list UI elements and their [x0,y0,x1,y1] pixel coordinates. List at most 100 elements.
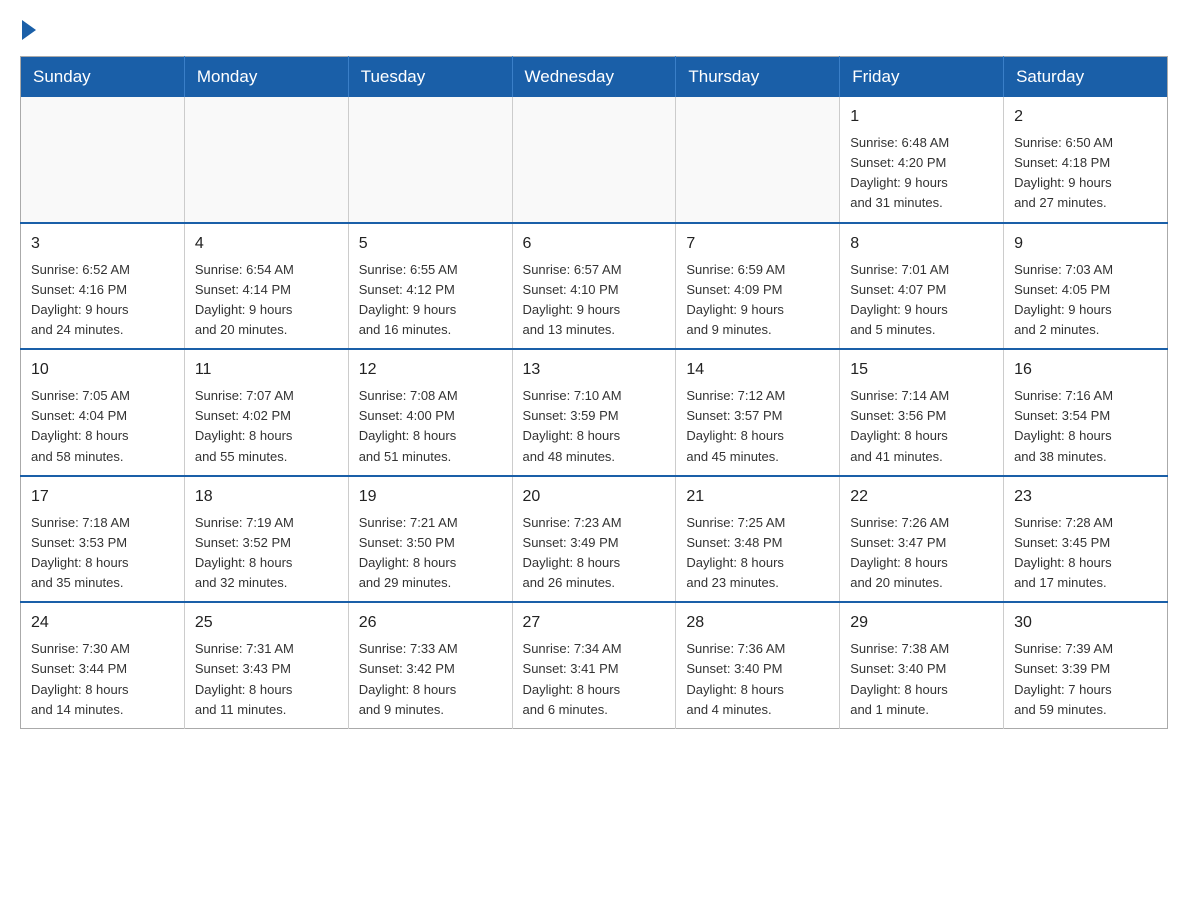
day-number: 16 [1014,358,1157,382]
day-number: 9 [1014,232,1157,256]
day-number: 30 [1014,611,1157,635]
calendar-cell: 15 Sunrise: 7:14 AM Sunset: 3:56 PM Dayli… [840,349,1004,476]
calendar-table: SundayMondayTuesdayWednesdayThursdayFrid… [20,56,1168,729]
calendar-cell: 1 Sunrise: 6:48 AM Sunset: 4:20 PM Daylig… [840,97,1004,223]
calendar-cell: 19 Sunrise: 7:21 AM Sunset: 3:50 PM Dayli… [348,476,512,603]
day-info: Sunrise: 7:14 AM Sunset: 3:56 PM Dayligh… [850,386,993,467]
calendar-cell: 24Sunrise: 7:30 AM Sunset: 3:44 PM Dayli… [21,602,185,728]
column-header-tuesday: Tuesday [348,57,512,98]
day-number: 25 [195,611,338,635]
day-number: 1 [850,105,993,129]
day-info: Sunrise: 6:48 AM Sunset: 4:20 PM Dayligh… [850,133,993,214]
day-number: 5 [359,232,502,256]
day-number: 23 [1014,485,1157,509]
calendar-cell: 7 Sunrise: 6:59 AM Sunset: 4:09 PM Daylig… [676,223,840,350]
calendar-cell: 27 Sunrise: 7:34 AM Sunset: 3:41 PM Dayli… [512,602,676,728]
calendar-week-row: 24Sunrise: 7:30 AM Sunset: 3:44 PM Dayli… [21,602,1168,728]
day-info: Sunrise: 7:38 AM Sunset: 3:40 PM Dayligh… [850,639,993,720]
day-number: 19 [359,485,502,509]
calendar-cell: 5 Sunrise: 6:55 AM Sunset: 4:12 PM Daylig… [348,223,512,350]
day-number: 4 [195,232,338,256]
calendar-cell [21,97,185,223]
calendar-cell [184,97,348,223]
day-info: Sunrise: 6:55 AM Sunset: 4:12 PM Dayligh… [359,260,502,341]
calendar-cell: 12 Sunrise: 7:08 AM Sunset: 4:00 PM Dayli… [348,349,512,476]
column-header-friday: Friday [840,57,1004,98]
calendar-cell: 2 Sunrise: 6:50 AM Sunset: 4:18 PM Daylig… [1004,97,1168,223]
logo-triangle-icon [22,20,36,40]
day-info: Sunrise: 7:16 AM Sunset: 3:54 PM Dayligh… [1014,386,1157,467]
column-header-saturday: Saturday [1004,57,1168,98]
calendar-cell: 13 Sunrise: 7:10 AM Sunset: 3:59 PM Dayli… [512,349,676,476]
calendar-cell: 25 Sunrise: 7:31 AM Sunset: 3:43 PM Dayli… [184,602,348,728]
day-number: 20 [523,485,666,509]
day-info: Sunrise: 6:54 AM Sunset: 4:14 PM Dayligh… [195,260,338,341]
calendar-cell: 20 Sunrise: 7:23 AM Sunset: 3:49 PM Dayli… [512,476,676,603]
calendar-week-row: 3Sunrise: 6:52 AM Sunset: 4:16 PM Daylig… [21,223,1168,350]
day-info: Sunrise: 7:34 AM Sunset: 3:41 PM Dayligh… [523,639,666,720]
column-header-monday: Monday [184,57,348,98]
day-info: Sunrise: 7:21 AM Sunset: 3:50 PM Dayligh… [359,513,502,594]
calendar-cell [676,97,840,223]
day-info: Sunrise: 7:30 AM Sunset: 3:44 PM Dayligh… [31,639,174,720]
calendar-cell: 14Sunrise: 7:12 AM Sunset: 3:57 PM Dayli… [676,349,840,476]
calendar-cell [348,97,512,223]
calendar-cell: 23Sunrise: 7:28 AM Sunset: 3:45 PM Dayli… [1004,476,1168,603]
day-number: 7 [686,232,829,256]
day-info: Sunrise: 7:26 AM Sunset: 3:47 PM Dayligh… [850,513,993,594]
day-info: Sunrise: 7:08 AM Sunset: 4:00 PM Dayligh… [359,386,502,467]
day-info: Sunrise: 7:31 AM Sunset: 3:43 PM Dayligh… [195,639,338,720]
day-number: 13 [523,358,666,382]
day-number: 17 [31,485,174,509]
calendar-cell: 26Sunrise: 7:33 AM Sunset: 3:42 PM Dayli… [348,602,512,728]
day-info: Sunrise: 6:57 AM Sunset: 4:10 PM Dayligh… [523,260,666,341]
column-header-wednesday: Wednesday [512,57,676,98]
calendar-cell: 22 Sunrise: 7:26 AM Sunset: 3:47 PM Dayli… [840,476,1004,603]
calendar-header-row: SundayMondayTuesdayWednesdayThursdayFrid… [21,57,1168,98]
day-number: 28 [686,611,829,635]
calendar-cell: 17 Sunrise: 7:18 AM Sunset: 3:53 PM Dayli… [21,476,185,603]
day-number: 14 [686,358,829,382]
day-info: Sunrise: 7:03 AM Sunset: 4:05 PM Dayligh… [1014,260,1157,341]
day-number: 6 [523,232,666,256]
day-number: 11 [195,358,338,382]
calendar-cell: 8Sunrise: 7:01 AM Sunset: 4:07 PM Daylig… [840,223,1004,350]
header [20,20,1168,40]
day-info: Sunrise: 6:50 AM Sunset: 4:18 PM Dayligh… [1014,133,1157,214]
day-info: Sunrise: 7:05 AM Sunset: 4:04 PM Dayligh… [31,386,174,467]
logo [20,20,38,40]
day-info: Sunrise: 7:39 AM Sunset: 3:39 PM Dayligh… [1014,639,1157,720]
day-info: Sunrise: 7:10 AM Sunset: 3:59 PM Dayligh… [523,386,666,467]
day-number: 22 [850,485,993,509]
calendar-cell: 10 Sunrise: 7:05 AM Sunset: 4:04 PM Dayli… [21,349,185,476]
day-number: 26 [359,611,502,635]
day-info: Sunrise: 6:59 AM Sunset: 4:09 PM Dayligh… [686,260,829,341]
day-info: Sunrise: 7:07 AM Sunset: 4:02 PM Dayligh… [195,386,338,467]
day-number: 12 [359,358,502,382]
calendar-cell: 28 Sunrise: 7:36 AM Sunset: 3:40 PM Dayli… [676,602,840,728]
day-number: 29 [850,611,993,635]
calendar-cell [512,97,676,223]
day-info: Sunrise: 7:36 AM Sunset: 3:40 PM Dayligh… [686,639,829,720]
day-number: 15 [850,358,993,382]
calendar-cell: 4 Sunrise: 6:54 AM Sunset: 4:14 PM Daylig… [184,223,348,350]
calendar-week-row: 1 Sunrise: 6:48 AM Sunset: 4:20 PM Daylig… [21,97,1168,223]
calendar-cell: 16 Sunrise: 7:16 AM Sunset: 3:54 PM Dayli… [1004,349,1168,476]
calendar-cell: 9 Sunrise: 7:03 AM Sunset: 4:05 PM Daylig… [1004,223,1168,350]
calendar-cell: 29 Sunrise: 7:38 AM Sunset: 3:40 PM Dayli… [840,602,1004,728]
day-number: 2 [1014,105,1157,129]
calendar-week-row: 10 Sunrise: 7:05 AM Sunset: 4:04 PM Dayli… [21,349,1168,476]
day-number: 10 [31,358,174,382]
day-info: Sunrise: 7:01 AM Sunset: 4:07 PM Dayligh… [850,260,993,341]
calendar-cell: 3Sunrise: 6:52 AM Sunset: 4:16 PM Daylig… [21,223,185,350]
column-header-thursday: Thursday [676,57,840,98]
calendar-cell: 11 Sunrise: 7:07 AM Sunset: 4:02 PM Dayli… [184,349,348,476]
calendar-cell: 6 Sunrise: 6:57 AM Sunset: 4:10 PM Daylig… [512,223,676,350]
day-info: Sunrise: 7:18 AM Sunset: 3:53 PM Dayligh… [31,513,174,594]
day-number: 27 [523,611,666,635]
calendar-week-row: 17 Sunrise: 7:18 AM Sunset: 3:53 PM Dayli… [21,476,1168,603]
day-info: Sunrise: 7:23 AM Sunset: 3:49 PM Dayligh… [523,513,666,594]
day-number: 21 [686,485,829,509]
calendar-cell: 30 Sunrise: 7:39 AM Sunset: 3:39 PM Dayli… [1004,602,1168,728]
day-info: Sunrise: 7:25 AM Sunset: 3:48 PM Dayligh… [686,513,829,594]
